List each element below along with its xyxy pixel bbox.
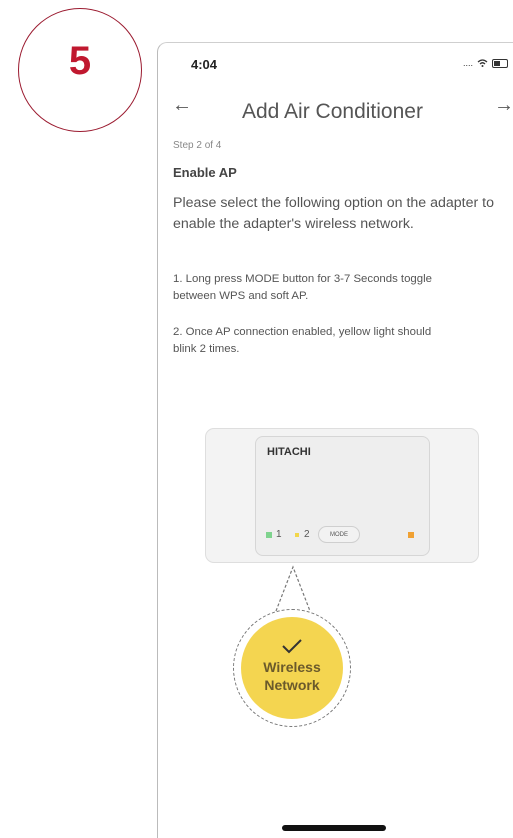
page-title: Add Air Conditioner [242, 100, 423, 123]
instruction-step-1-line1: 1. Long press MODE button for 3-7 Second… [173, 273, 432, 285]
status-icons: .... [463, 58, 508, 68]
check-icon [282, 639, 302, 654]
led-2-label: 2 [304, 529, 310, 540]
instruction-step-2-line1: 2. Once AP connection enabled, yellow li… [173, 326, 432, 338]
led-1-indicator [266, 532, 272, 538]
home-indicator[interactable] [282, 825, 386, 831]
wireless-network-callout: Wireless Network [233, 565, 359, 765]
section-heading: Enable AP [173, 165, 237, 180]
instruction-step-2-line2: blink 2 times. [173, 342, 240, 355]
step-number: 5 [68, 38, 92, 83]
instruction-step-1: 1. Long press MODE button for 3-7 Second… [173, 271, 513, 304]
callout-pointer [275, 565, 311, 612]
instruction-step-2: 2. Once AP connection enabled, yellow li… [173, 324, 513, 357]
instruction-step-1-line2: between WPS and soft AP. [173, 289, 309, 302]
step-indicator: Step 2 of 4 [173, 140, 222, 151]
phone-screen: 4:04 .... ← Add Air Conditioner → Step 2… [157, 42, 513, 838]
back-arrow-icon[interactable]: ← [172, 95, 192, 115]
led-1-label: 1 [276, 529, 282, 540]
callout-circle: Wireless Network [233, 609, 351, 727]
callout-fill: Wireless Network [241, 617, 343, 719]
status-time: 4:04 [191, 57, 218, 72]
callout-label-line1: Wireless [263, 659, 321, 675]
forward-arrow-icon[interactable]: → [494, 95, 513, 115]
mode-button-illustration: MODE [318, 526, 360, 543]
wifi-icon [477, 59, 488, 67]
callout-label-line2: Network [264, 677, 320, 693]
status-led-indicator [408, 532, 414, 538]
adapter-body: HITACHI 1 2 MODE [255, 436, 430, 556]
adapter-illustration: HITACHI 1 2 MODE [205, 428, 479, 563]
instructions-text: Please select the following option on th… [173, 195, 495, 232]
adapter-brand-logo: HITACHI [267, 446, 311, 458]
step-number-badge: 5 [18, 8, 142, 132]
signal-icon: .... [462, 58, 473, 68]
battery-icon [492, 58, 508, 68]
led-2-indicator [295, 533, 299, 537]
